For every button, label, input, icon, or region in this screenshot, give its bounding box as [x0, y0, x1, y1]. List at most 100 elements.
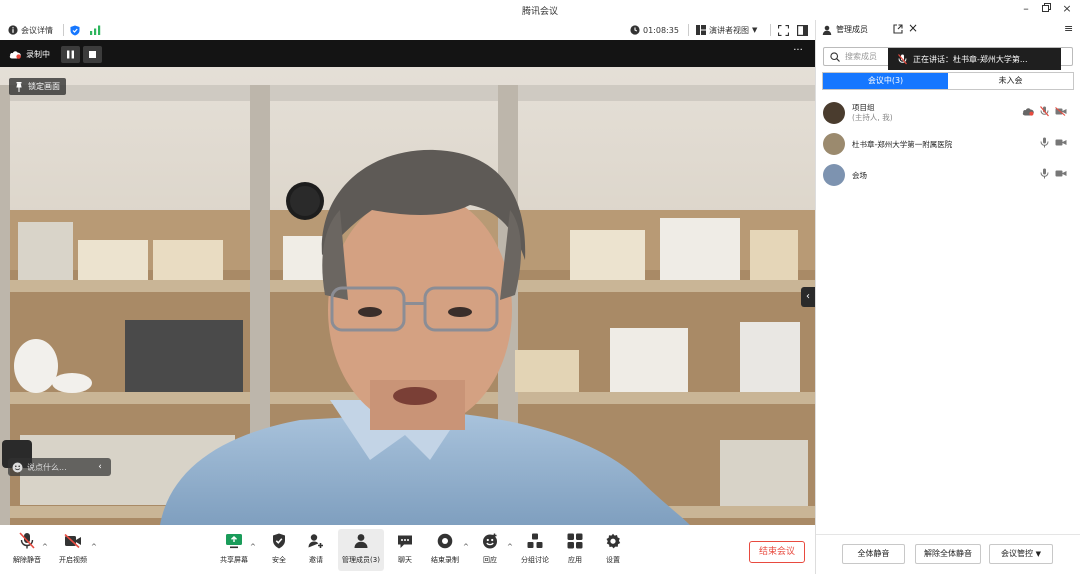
reaction-emoji-icon: [482, 533, 497, 549]
invite-button[interactable]: 邀请: [293, 529, 339, 571]
chat-input[interactable]: 说点什么... ‹: [8, 458, 111, 476]
more-options-icon[interactable]: ···: [789, 46, 807, 61]
video-options-chevron-icon[interactable]: ^: [91, 543, 97, 551]
popout-icon[interactable]: [893, 24, 903, 36]
invite-label: 邀请: [309, 556, 323, 564]
mic-off-icon: [19, 532, 35, 549]
lock-view-button[interactable]: 锁定画面: [9, 78, 66, 95]
chevron-left-icon[interactable]: ‹: [93, 460, 107, 474]
lock-view-label: 锁定画面: [28, 82, 60, 91]
recording-bar: [0, 40, 815, 67]
member-row[interactable]: 杜书章-郑州大学第一附属医院: [823, 131, 1073, 157]
stop-recording-button[interactable]: [83, 46, 102, 63]
settings-button[interactable]: 设置: [590, 529, 636, 571]
meeting-info-label: 会议详情: [21, 25, 53, 35]
main-video[interactable]: 录制中 ··· 锁定画面 说点什么... ‹ ‹: [0, 40, 815, 525]
mic-muted-icon: [898, 53, 907, 64]
avatar: [823, 133, 845, 155]
members-panel-header: 管理成员 × ≡: [816, 20, 1080, 40]
start-video-label: 开启视频: [59, 556, 87, 564]
start-video-button[interactable]: 开启视频: [50, 529, 96, 571]
member-text: 项目组 (主持人, 我): [852, 103, 893, 123]
chevron-down-icon: ▼: [752, 26, 758, 34]
close-icon[interactable]: ×: [1058, 2, 1076, 15]
camera-off-icon: [64, 534, 81, 548]
member-row[interactable]: 项目组 (主持人, 我): [823, 100, 1073, 126]
member-name: 会场: [852, 170, 867, 180]
cloud-record-icon: [9, 50, 21, 59]
cloud-record-icon: [1022, 107, 1034, 116]
member-status-icons: [1040, 137, 1067, 148]
timer-value: 01:08:35: [643, 25, 679, 35]
unmute-all-button[interactable]: 解除全体静音: [915, 544, 981, 564]
camera-icon: [1055, 139, 1067, 146]
member-status-icons: [1040, 168, 1067, 179]
stop-recording-label: 结束录制: [431, 556, 459, 564]
stop-icon: [89, 51, 96, 58]
avatar: [823, 102, 845, 124]
search-icon: [830, 51, 840, 62]
manage-members-label: 管理成员(3): [342, 556, 380, 564]
mic-options-chevron-icon[interactable]: ^: [42, 543, 48, 551]
chat-placeholder: 说点什么...: [27, 462, 67, 472]
member-name: 杜书章-郑州大学第一附属医院: [852, 139, 953, 149]
view-mode-button[interactable]: 演讲者视图 ▼: [696, 23, 757, 37]
sidebar-toggle-icon[interactable]: [797, 23, 808, 37]
mic-icon: [1040, 137, 1049, 148]
emoji-icon: [12, 462, 23, 472]
member-status-icons: [1022, 106, 1067, 117]
share-options-chevron-icon[interactable]: ^: [250, 543, 256, 551]
speaking-indicator: 正在讲话：杜书章-郑州大学第...: [888, 48, 1061, 70]
meeting-control-label: 会议管控: [1001, 549, 1034, 558]
speaking-text: 正在讲话：杜书章-郑州大学第...: [913, 54, 1028, 64]
chat-bubble-icon: [398, 535, 412, 548]
fullscreen-icon[interactable]: [778, 23, 789, 37]
shield-icon[interactable]: [70, 23, 80, 37]
mic-icon: [1040, 168, 1049, 179]
restore-icon[interactable]: [1037, 2, 1055, 15]
pause-recording-button[interactable]: [61, 46, 80, 63]
meeting-info-button[interactable]: 会议详情: [8, 23, 53, 37]
member-row[interactable]: 会场: [823, 162, 1073, 188]
breakout-icon: [527, 533, 543, 548]
tab-in-meeting[interactable]: 会议中(3): [823, 73, 948, 89]
share-screen-icon: [226, 534, 242, 549]
recording-indicator: 录制中: [9, 46, 50, 62]
close-panel-icon[interactable]: ×: [908, 21, 918, 35]
security-shield-icon: [273, 533, 285, 549]
minimize-icon[interactable]: –: [1017, 2, 1035, 15]
members-panel-title: 管理成员: [836, 25, 868, 34]
mic-off-icon: [1040, 106, 1049, 117]
signal-icon[interactable]: [90, 23, 101, 37]
members-tabs: 会议中(3) 未入会: [822, 72, 1074, 90]
reaction-label: 回应: [483, 556, 497, 564]
search-placeholder: 搜索成员: [845, 52, 877, 61]
members-panel: 管理成员 × ≡ 搜索成员 正在讲话：杜书章-郑州大学第... 会议中(3) 未…: [815, 20, 1080, 574]
stop-recording-toolbar-button[interactable]: 结束录制: [422, 529, 468, 571]
meeting-toolbar: 会议详情 01:08:35 演讲者视图 ▼: [0, 20, 815, 40]
view-mode-label: 演讲者视图: [709, 25, 749, 35]
members-header-icon: [822, 25, 832, 35]
title-bar: 腾讯会议 – ×: [0, 0, 1080, 20]
record-icon: [437, 533, 453, 549]
members-icon: [354, 534, 368, 548]
tencent-meeting-window: 腾讯会议 – × 会议详情 01:08:35 演讲者视图 ▼ 录制中 ··· 锁…: [0, 0, 1080, 574]
info-icon: [8, 25, 18, 35]
pin-icon: [16, 81, 22, 92]
chevron-down-icon: ▼: [1035, 550, 1041, 558]
manage-members-button[interactable]: 管理成员(3): [338, 529, 384, 571]
members-panel-footer: 全体静音 解除全体静音 会议管控 ▼: [816, 534, 1080, 574]
hamburger-menu-icon[interactable]: ≡: [1064, 22, 1073, 35]
member-name: 项目组: [852, 103, 875, 112]
security-label: 安全: [272, 556, 286, 564]
mute-all-button[interactable]: 全体静音: [842, 544, 905, 564]
meeting-controls: 解除静音 ^ 开启视频 ^ 共享屏幕 ^ 安全 邀请 管理成员(3) 聊天 结束…: [0, 525, 815, 574]
member-role: (主持人, 我): [852, 113, 893, 122]
end-meeting-button[interactable]: 结束会议: [749, 541, 805, 563]
meeting-control-button[interactable]: 会议管控 ▼: [989, 544, 1053, 564]
collapse-panel-button[interactable]: ‹: [801, 287, 815, 307]
tab-not-joined[interactable]: 未入会: [948, 73, 1073, 89]
recording-label: 录制中: [26, 49, 50, 59]
apps-grid-icon: [567, 533, 583, 549]
layout-icon: [696, 25, 706, 35]
